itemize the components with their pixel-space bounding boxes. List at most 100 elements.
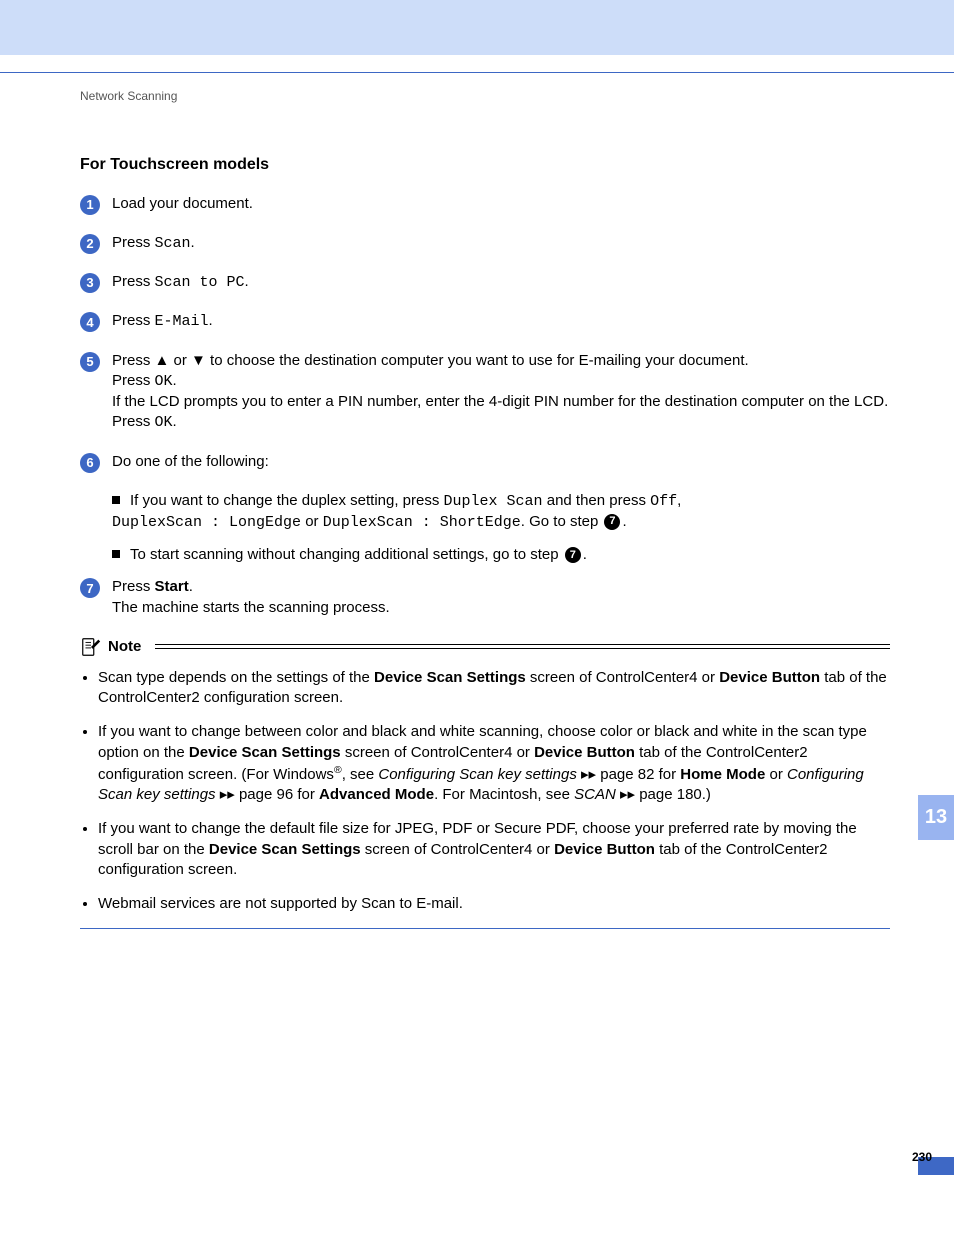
text: screen of ControlCenter4 or <box>526 669 719 686</box>
text: screen of ControlCenter4 or <box>361 841 554 858</box>
step-badge-1: 1 <box>80 195 100 215</box>
step-2-text: Press Scan. <box>112 233 890 254</box>
text: If you want to change the duplex setting… <box>130 492 444 509</box>
text-italic: Configuring Scan key settings <box>378 766 576 783</box>
step-badge-5: 5 <box>80 352 100 372</box>
text: Press <box>112 372 155 389</box>
text: . <box>209 312 213 329</box>
text-italic: SCAN <box>574 786 616 803</box>
text: Press Start. <box>112 577 890 597</box>
text: Press <box>112 413 155 430</box>
text-bold: Device Button <box>534 744 635 761</box>
text: ▸▸ page 180.) <box>616 786 711 803</box>
text-bold: Home Mode <box>680 766 765 783</box>
note-list: Scan type depends on the settings of the… <box>80 668 890 915</box>
text: and then press <box>543 492 651 509</box>
section-title: For Touchscreen models <box>80 154 890 176</box>
step-badge-3: 3 <box>80 273 100 293</box>
page-content: Network Scanning For Touchscreen models … <box>80 88 890 929</box>
square-bullet-icon <box>112 496 120 504</box>
code: E-Mail <box>155 313 209 330</box>
step-badge-2: 2 <box>80 234 100 254</box>
text: or <box>765 766 787 783</box>
text: . <box>191 234 195 251</box>
text: To start scanning without changing addit… <box>130 546 563 563</box>
text: screen of ControlCenter4 or <box>341 744 534 761</box>
step-7-text: Press Start. The machine starts the scan… <box>112 577 890 618</box>
text: Press <box>112 273 155 290</box>
text-bold: Device Button <box>554 841 655 858</box>
step-6-text: Do one of the following: <box>112 452 890 472</box>
text-bold: Start <box>155 578 189 595</box>
text: . For Macintosh, see <box>434 786 574 803</box>
step-3-text: Press Scan to PC. <box>112 272 890 293</box>
text: . Go to step <box>521 513 603 530</box>
step-1: 1 Load your document. <box>80 194 890 215</box>
code: OK <box>155 414 173 431</box>
step-6-sublist: If you want to change the duplex setting… <box>112 491 890 566</box>
running-head: Network Scanning <box>80 88 890 104</box>
chapter-tab: 13 <box>918 795 954 840</box>
text-bold: Device Scan Settings <box>374 669 526 686</box>
text: Press OK. <box>112 412 890 433</box>
code: DuplexScan : LongEdge <box>112 514 301 531</box>
step-ref-icon: 7 <box>604 514 620 530</box>
text: Press OK. <box>112 371 890 392</box>
note-item: If you want to change between color and … <box>98 722 890 805</box>
text: Press <box>112 234 155 251</box>
code: Duplex Scan <box>444 493 543 510</box>
header-rule <box>0 72 954 73</box>
text: Press <box>112 578 155 595</box>
text: . <box>622 513 626 530</box>
step-5: 5 Press ▲ or ▼ to choose the destination… <box>80 351 890 434</box>
step-1-text: Load your document. <box>112 194 890 214</box>
code: Scan <box>155 235 191 252</box>
sub-item: To start scanning without changing addit… <box>112 545 890 565</box>
step-4: 4 Press E-Mail. <box>80 311 890 332</box>
step-2: 2 Press Scan. <box>80 233 890 254</box>
text: or <box>301 513 323 530</box>
note-item: Webmail services are not supported by Sc… <box>98 894 890 914</box>
step-badge-7: 7 <box>80 578 100 598</box>
note-header: Note <box>80 636 890 658</box>
text: . <box>173 413 177 430</box>
note-item: Scan type depends on the settings of the… <box>98 668 890 709</box>
text-bold: Device Button <box>719 669 820 686</box>
text: ▸▸ page 82 for <box>577 766 680 783</box>
text: Press <box>112 312 155 329</box>
step-7: 7 Press Start. The machine starts the sc… <box>80 577 890 618</box>
header-band <box>0 0 954 55</box>
text-bold: Device Scan Settings <box>189 744 341 761</box>
text: Press ▲ or ▼ to choose the destination c… <box>112 351 890 371</box>
step-ref-icon: 7 <box>565 547 581 563</box>
note-icon <box>80 636 102 658</box>
text: The machine starts the scanning process. <box>112 598 890 618</box>
step-badge-6: 6 <box>80 453 100 473</box>
text: , <box>677 492 681 509</box>
note-label: Note <box>108 637 141 657</box>
note-rule <box>155 644 890 649</box>
text: . <box>173 372 177 389</box>
sub-item: If you want to change the duplex setting… <box>112 491 890 534</box>
text: . <box>245 273 249 290</box>
square-bullet-icon <box>112 550 120 558</box>
note-item: If you want to change the default file s… <box>98 819 890 880</box>
text: Scan type depends on the settings of the <box>98 669 374 686</box>
step-3: 3 Press Scan to PC. <box>80 272 890 293</box>
text: , see <box>342 766 379 783</box>
code: Off <box>650 493 677 510</box>
text-bold: Device Scan Settings <box>209 841 361 858</box>
step-5-text: Press ▲ or ▼ to choose the destination c… <box>112 351 890 434</box>
section-end-rule <box>80 928 890 929</box>
text: . <box>189 578 193 595</box>
code: OK <box>155 373 173 390</box>
step-6: 6 Do one of the following: <box>80 452 890 473</box>
step-badge-4: 4 <box>80 312 100 332</box>
text: ▸▸ page 96 for <box>216 786 319 803</box>
code: Scan to PC <box>155 274 245 291</box>
text: If the LCD prompts you to enter a PIN nu… <box>112 392 890 412</box>
step-4-text: Press E-Mail. <box>112 311 890 332</box>
text: . <box>583 546 587 563</box>
text-bold: Advanced Mode <box>319 786 434 803</box>
superscript: ® <box>334 764 342 776</box>
